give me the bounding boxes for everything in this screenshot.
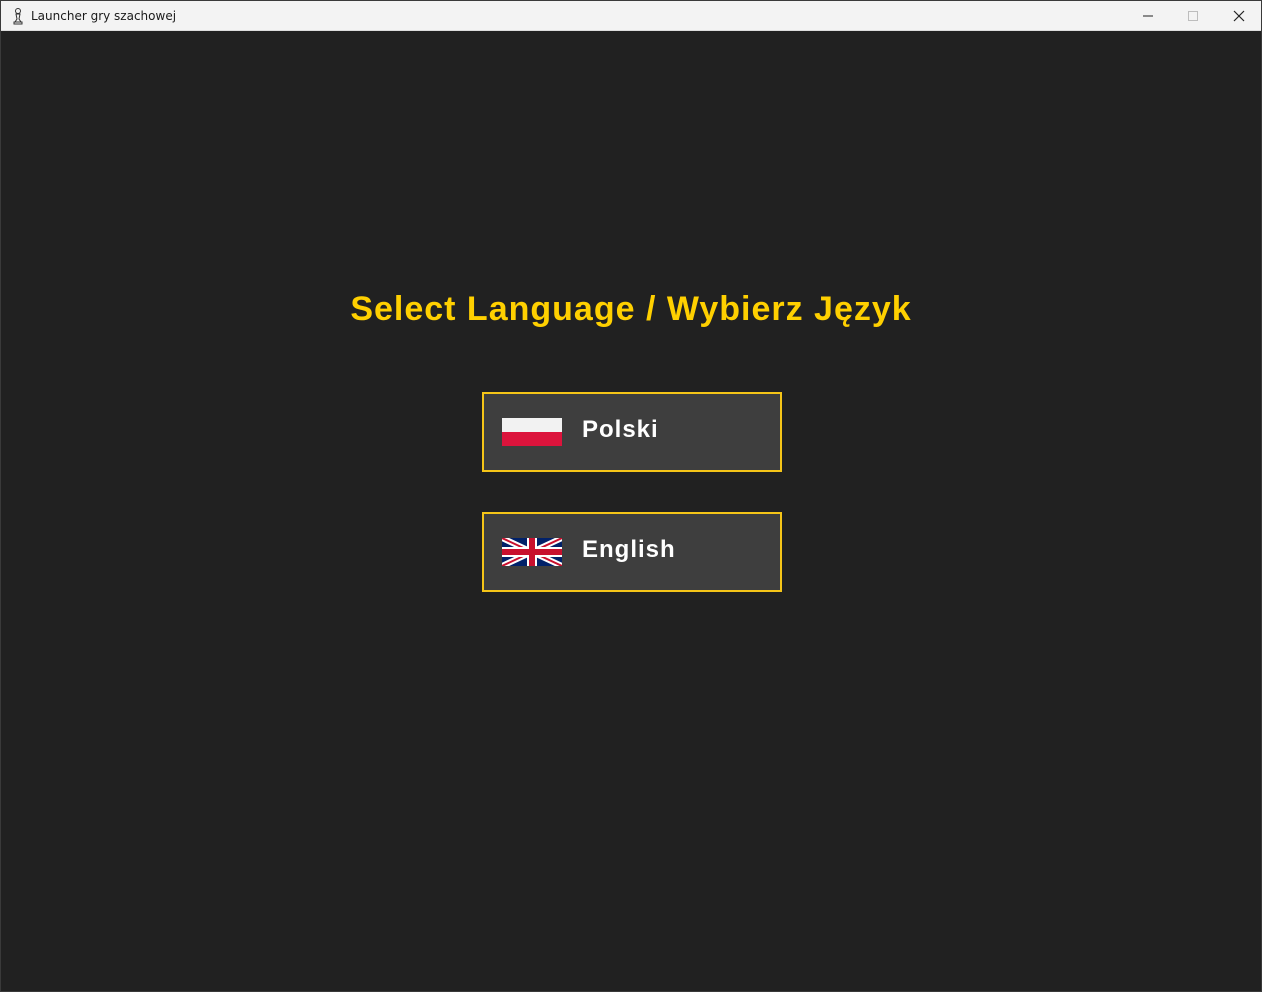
launcher-window: Launcher gry szachowej Select Language /…	[0, 0, 1262, 992]
minimize-icon	[1143, 15, 1153, 17]
chess-pawn-icon	[13, 8, 23, 25]
poland-flag-icon	[502, 418, 562, 446]
polish-language-button[interactable]: Polski	[482, 392, 782, 472]
window-title: Launcher gry szachowej	[31, 9, 177, 23]
maximize-icon	[1188, 11, 1198, 21]
english-language-button[interactable]: English	[482, 512, 782, 592]
close-button[interactable]	[1216, 1, 1262, 31]
title-bar[interactable]: Launcher gry szachowej	[1, 1, 1261, 31]
page-title: Select Language / Wybierz Język	[350, 290, 912, 328]
polish-button-label: Polski	[582, 416, 659, 443]
uk-flag-icon	[502, 538, 562, 566]
english-button-label: English	[582, 536, 676, 563]
maximize-button[interactable]	[1170, 1, 1216, 31]
minimize-button[interactable]	[1125, 1, 1171, 31]
close-icon	[1233, 10, 1245, 22]
main-content: Select Language / Wybierz Język Polski E…	[1, 32, 1261, 992]
